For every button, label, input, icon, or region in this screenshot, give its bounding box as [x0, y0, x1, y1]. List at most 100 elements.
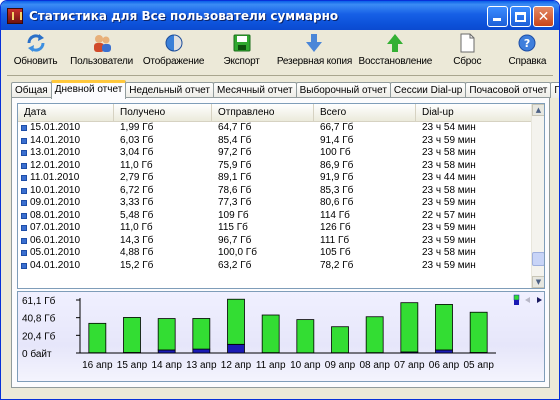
table-row[interactable]: 05.01.2010 4,88 Гб 100,0 Гб 105 Гб 23 ч 58 м… — [18, 247, 532, 260]
tab-dialup-sessions[interactable]: Сессии Dial-up — [389, 82, 467, 98]
table-row[interactable]: 15.01.2010 1,99 Гб 64,7 Гб 66,7 Гб 23 ч 54 м… — [18, 122, 532, 135]
tab-hourly-report[interactable]: Почасовой отчет — [465, 82, 552, 98]
column-header-dialup[interactable]: Dial-up — [416, 104, 532, 121]
title-bar[interactable]: Статистика для Все пользователи суммарно… — [1, 1, 559, 30]
cell-date: 11.01.2010 — [18, 172, 114, 184]
restore-label: Восстановление — [358, 56, 433, 67]
column-header-sent[interactable]: Отправлено — [212, 104, 314, 121]
table-row[interactable]: 09.01.2010 3,33 Гб 77,3 Гб 80,6 Гб 23 ч 59 м… — [18, 197, 532, 210]
reset-button[interactable]: Сброс — [435, 32, 500, 72]
scroll-thumb[interactable] — [532, 252, 544, 266]
report-tabs: Общая Дневной отчет Недельный отчет Меся… — [11, 80, 559, 99]
cell-total: 91,9 Гб — [320, 172, 354, 184]
cell-received: 11,0 Гб — [120, 222, 153, 234]
cell-received: 2,79 Гб — [120, 172, 154, 184]
cell-received: 5,48 Гб — [120, 209, 154, 221]
cell-date-text: 15.01.2010 — [30, 122, 81, 134]
cell-dialup: 23 ч 44 мин — [422, 172, 476, 184]
cell-dialup: 22 ч 57 мин — [422, 209, 476, 221]
toolbar-divider — [7, 75, 553, 76]
row-marker-icon — [21, 225, 27, 232]
backup-button[interactable]: Резервная копия — [273, 32, 356, 72]
table-scrollbar[interactable]: ▲ ▼ — [531, 104, 544, 288]
table-row[interactable]: 11.01.2010 2,79 Гб 89,1 Гб 91,9 Гб 23 ч 44 м… — [18, 172, 532, 185]
table-row[interactable]: 06.01.2010 14,3 Гб 96,7 Гб 111 Гб 23 ч 59 ми… — [18, 235, 532, 248]
maximize-button[interactable] — [510, 6, 531, 27]
x-tick-label: 11 апр — [256, 360, 286, 371]
table-header: Дата Получено Отправлено Всего Dial-up — [18, 104, 532, 122]
cell-sent: 96,7 Гб — [218, 234, 252, 246]
row-marker-icon — [21, 237, 27, 244]
cell-dialup: 23 ч 59 мин — [422, 259, 476, 271]
users-button[interactable]: Пользователи — [66, 32, 137, 72]
table-row[interactable]: 13.01.2010 3,04 Гб 97,2 Гб 100 Гб 23 ч 58 ми… — [18, 147, 532, 160]
users-icon — [93, 35, 111, 52]
cell-dialup: 23 ч 58 мин — [422, 159, 476, 171]
x-tick-label: 12 апр — [221, 360, 252, 371]
x-tick-label: 05 апр — [463, 360, 494, 371]
scroll-up-button[interactable]: ▲ — [532, 104, 544, 116]
scroll-down-button[interactable]: ▼ — [532, 276, 544, 288]
row-marker-icon — [21, 162, 27, 169]
table-row[interactable]: 08.01.2010 5,48 Гб 109 Гб 114 Гб 22 ч 57 мин — [18, 210, 532, 223]
column-header-date[interactable]: Дата — [18, 104, 114, 121]
help-button[interactable]: ? Справка — [500, 32, 555, 72]
table-row[interactable]: 04.01.2010 15,2 Гб 63,2 Гб 78,2 Гб 23 ч 59 м… — [18, 260, 532, 273]
export-button[interactable]: Экспорт — [210, 32, 273, 72]
display-label: Отображение — [142, 56, 205, 67]
row-marker-icon — [21, 212, 27, 219]
chart-bar — [435, 304, 453, 351]
tab-general[interactable]: Общая — [11, 82, 52, 98]
tab-weekly-report[interactable]: Недельный отчет — [125, 82, 214, 98]
row-marker-icon — [21, 250, 27, 257]
cell-date: 12.01.2010 — [18, 160, 114, 172]
cell-sent: 100,0 Гб — [218, 247, 257, 259]
cell-date: 07.01.2010 — [18, 222, 114, 234]
column-header-received[interactable]: Получено — [114, 104, 212, 121]
traffic-chart: 61,1 Гб 40,8 Гб 20,4 Гб 0 байт 16 апр 15 апр 1… — [17, 291, 545, 382]
cell-date: 08.01.2010 — [18, 210, 114, 222]
backup-label: Резервная копия — [276, 56, 353, 67]
chart-bar — [123, 317, 141, 353]
x-tick-label: 15 апр — [117, 360, 148, 371]
x-tick-label: 16 апр — [82, 360, 113, 371]
restore-button[interactable]: Восстановление — [356, 32, 435, 72]
cell-date: 15.01.2010 — [18, 122, 114, 134]
cell-date-text: 11.01.2010 — [30, 172, 80, 184]
refresh-button[interactable]: Обновить — [5, 32, 66, 72]
table-row[interactable]: 10.01.2010 6,72 Гб 78,6 Гб 85,3 Гб 23 ч 58 м… — [18, 185, 532, 198]
cell-received: 1,99 Гб — [120, 122, 154, 134]
cell-date: 14.01.2010 — [18, 135, 114, 147]
display-button[interactable]: Отображение — [137, 32, 210, 72]
chart-canvas: 61,1 Гб40,8 Гб20,4 Гб0 байт16 апр 15 апр 1… — [22, 294, 542, 371]
cell-total: 85,3 Гб — [320, 184, 354, 196]
y-tick-label: 20,4 Гб — [22, 330, 56, 342]
cell-date-text: 07.01.2010 — [30, 222, 81, 234]
cell-total: 114 Гб — [320, 209, 350, 221]
cell-dialup: 23 ч 59 мин — [422, 222, 476, 234]
chart-bar — [192, 318, 211, 350]
tab-by-users[interactable]: По пользователям — [550, 82, 559, 98]
close-button[interactable]: ✕ — [533, 6, 554, 27]
table-row[interactable]: 12.01.2010 11,0 Гб 75,9 Гб 86,9 Гб 23 ч 58 м… — [18, 160, 532, 173]
cell-total: 66,7 Гб — [320, 122, 354, 134]
cell-sent: 97,2 Гб — [218, 147, 252, 159]
cell-date: 05.01.2010 — [18, 247, 114, 259]
cell-dialup: 23 ч 59 мин — [422, 197, 476, 209]
chart-bar — [227, 343, 245, 354]
tab-monthly-report[interactable]: Месячный отчет — [212, 82, 297, 98]
table-row[interactable]: 07.01.2010 11,0 Гб 115 Гб 126 Гб 23 ч 59 мин — [18, 222, 532, 235]
tab-custom-report[interactable]: Выборочный отчет — [295, 82, 391, 98]
cell-date-text: 10.01.2010 — [30, 184, 81, 196]
table-row[interactable]: 14.01.2010 6,03 Гб 85,4 Гб 91,4 Гб 23 ч 59 м… — [18, 135, 532, 148]
scroll-right-icon — [537, 297, 542, 303]
column-header-total[interactable]: Всего — [314, 104, 416, 121]
chart-bar — [400, 302, 419, 353]
x-tick-label: 09 апр — [325, 360, 356, 371]
cell-total: 78,2 Гб — [320, 259, 354, 271]
minimize-button[interactable] — [487, 6, 508, 27]
cell-date-text: 05.01.2010 — [30, 247, 81, 259]
row-marker-icon — [21, 125, 27, 132]
chart-bar — [469, 311, 488, 353]
tab-daily-report[interactable]: Дневной отчет — [50, 80, 127, 99]
